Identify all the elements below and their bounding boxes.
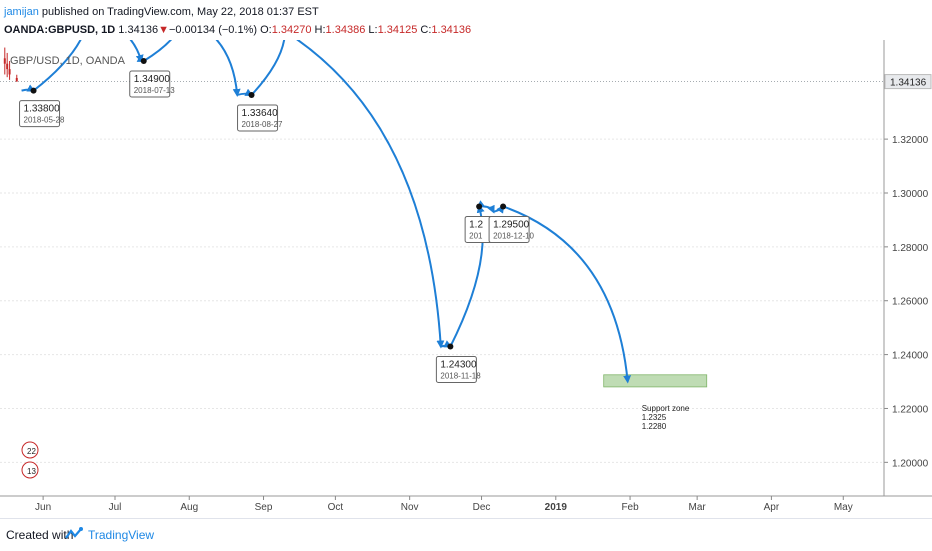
tradingview-logo-icon[interactable] <box>64 526 84 542</box>
projection-arrow <box>144 40 185 61</box>
y-tick-label: 1.32000 <box>892 135 929 146</box>
x-tick-label: Jul <box>109 502 122 513</box>
chart-area[interactable]: Support zone1.23251.2280 1.338002018-05-… <box>0 40 932 518</box>
price-point <box>476 203 482 209</box>
price-point <box>500 203 506 209</box>
price-chart[interactable]: Support zone1.23251.2280 1.338002018-05-… <box>0 40 932 518</box>
footer: Created with TradingView <box>0 518 932 551</box>
close-value: 1.34136 <box>431 24 471 36</box>
candle-body <box>9 69 11 74</box>
low-value: 1.34125 <box>378 24 418 36</box>
support-zone-text: Support zone <box>642 404 690 413</box>
event-count: 13 <box>27 467 36 476</box>
price-callout: 1.349002018-07-13 <box>130 71 175 97</box>
change-value: −0.00134 (−0.1%) <box>169 24 257 36</box>
y-tick-label: 1.28000 <box>892 243 929 254</box>
price-callout: 1.243002018-11-18 <box>436 357 481 383</box>
down-arrow-icon: ▼ <box>158 24 169 36</box>
axes: 1.320001.300001.280001.260001.240001.220… <box>0 40 932 513</box>
projection-arrows <box>22 40 628 382</box>
price-callout: 1.338002018-05-28 <box>20 101 65 127</box>
symbol-label: OANDA:GBPUSD, 1D <box>4 24 115 36</box>
price-point <box>447 344 453 350</box>
x-tick-label: Dec <box>473 502 491 513</box>
callout-date: 2018-07-13 <box>134 86 175 95</box>
callout-price: 1.2 <box>469 219 483 230</box>
callout-date: 2018-12-10 <box>493 231 534 240</box>
close-label: C: <box>420 24 431 36</box>
callout-price: 1.33640 <box>242 108 279 119</box>
candle-body <box>6 64 8 69</box>
callout-price: 1.33800 <box>24 104 61 115</box>
price-point <box>249 92 255 98</box>
current-price-label: 1.34136 <box>890 78 927 89</box>
callout-price: 1.29500 <box>493 219 530 230</box>
price-callout: 1.336402018-08-27 <box>238 105 283 131</box>
open-label: O: <box>260 24 272 36</box>
x-tick-label: Aug <box>180 502 198 513</box>
chart-header: jamijan published on TradingView.com, Ma… <box>0 0 932 40</box>
candle-body <box>4 58 6 63</box>
projection-arrow <box>484 206 494 211</box>
callout-date: 201 <box>469 231 483 240</box>
tradingview-brand-link[interactable]: TradingView <box>88 528 154 542</box>
x-tick-label: Oct <box>328 502 344 513</box>
support-zone-text: 1.2280 <box>642 422 667 431</box>
projection-arrow <box>252 40 286 95</box>
price-point <box>31 88 37 94</box>
high-value: 1.34386 <box>326 24 366 36</box>
y-tick-label: 1.30000 <box>892 189 929 200</box>
price-point <box>141 58 147 64</box>
x-tick-label: Apr <box>764 502 780 513</box>
x-tick-label: 2019 <box>545 502 568 513</box>
price-callout: 1.295002018-12-10 <box>489 216 534 242</box>
callout-price: 1.34900 <box>134 74 171 85</box>
y-tick-label: 1.22000 <box>892 404 929 415</box>
callout-date: 2018-08-27 <box>242 120 283 129</box>
published-text: published on TradingView.com, May 22, 20… <box>42 6 319 18</box>
x-tick-label: May <box>834 502 853 513</box>
x-tick-label: Feb <box>621 502 639 513</box>
chart-title: GBP/USD, 1D, OANDA <box>10 55 126 67</box>
high-label: H: <box>315 24 326 36</box>
event-count: 22 <box>27 447 36 456</box>
x-tick-label: Sep <box>255 502 273 513</box>
support-zone-layer: Support zone1.23251.2280 <box>604 375 707 431</box>
x-tick-label: Mar <box>689 502 707 513</box>
y-tick-label: 1.26000 <box>892 297 929 308</box>
y-tick-label: 1.24000 <box>892 351 929 362</box>
callout-date: 2018-11-18 <box>440 372 481 381</box>
callout-date: 2018-05-28 <box>24 116 65 125</box>
candle-body <box>16 78 18 82</box>
publish-line: jamijan published on TradingView.com, Ma… <box>4 6 319 18</box>
grid <box>0 82 884 463</box>
x-tick-label: Nov <box>401 502 419 513</box>
ohlc-line: OANDA:GBPUSD, 1D 1.34136▼−0.00134 (−0.1%… <box>4 24 471 36</box>
callout-price: 1.24300 <box>440 360 477 371</box>
support-zone-box <box>604 375 707 387</box>
last-price: 1.34136 <box>118 24 158 36</box>
x-tick-label: Jun <box>35 502 51 513</box>
author-link[interactable]: jamijan <box>4 6 39 18</box>
low-label: L: <box>368 24 377 36</box>
support-zone-text: 1.2325 <box>642 413 667 422</box>
y-tick-label: 1.20000 <box>892 458 929 469</box>
projection-arrow <box>184 40 237 95</box>
open-value: 1.34270 <box>272 24 312 36</box>
